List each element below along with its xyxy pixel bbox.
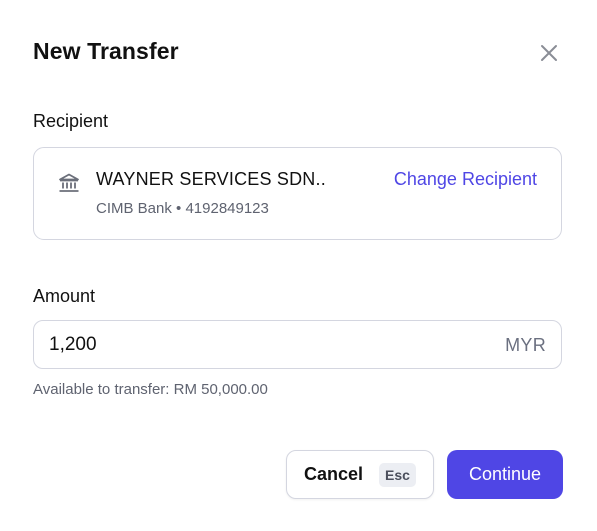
continue-button[interactable]: Continue	[447, 450, 563, 499]
close-icon	[541, 45, 557, 61]
close-button[interactable]	[536, 40, 562, 66]
new-transfer-dialog: New Transfer Recipient WAYNER SERVICES S…	[0, 0, 597, 531]
amount-label: Amount	[33, 286, 96, 306]
esc-shortcut-badge: Esc	[379, 462, 416, 487]
recipient-label: Recipient	[33, 111, 109, 131]
amount-field[interactable]: MYR	[33, 320, 562, 369]
cancel-button[interactable]: Cancel Esc	[286, 450, 434, 499]
dialog-title: New Transfer	[33, 38, 179, 64]
amount-input[interactable]	[49, 321, 469, 368]
bank-icon	[59, 173, 79, 192]
change-recipient-link[interactable]: Change Recipient	[394, 169, 537, 190]
currency-label: MYR	[505, 335, 546, 355]
recipient-name: WAYNER SERVICES SDN..	[96, 169, 326, 189]
recipient-bank-account: CIMB Bank • 4192849123	[96, 200, 269, 217]
cancel-button-label: Cancel	[304, 464, 364, 484]
recipient-card: WAYNER SERVICES SDN.. CIMB Bank • 419284…	[33, 147, 562, 240]
available-balance-text: Available to transfer: RM 50,000.00	[33, 381, 268, 398]
